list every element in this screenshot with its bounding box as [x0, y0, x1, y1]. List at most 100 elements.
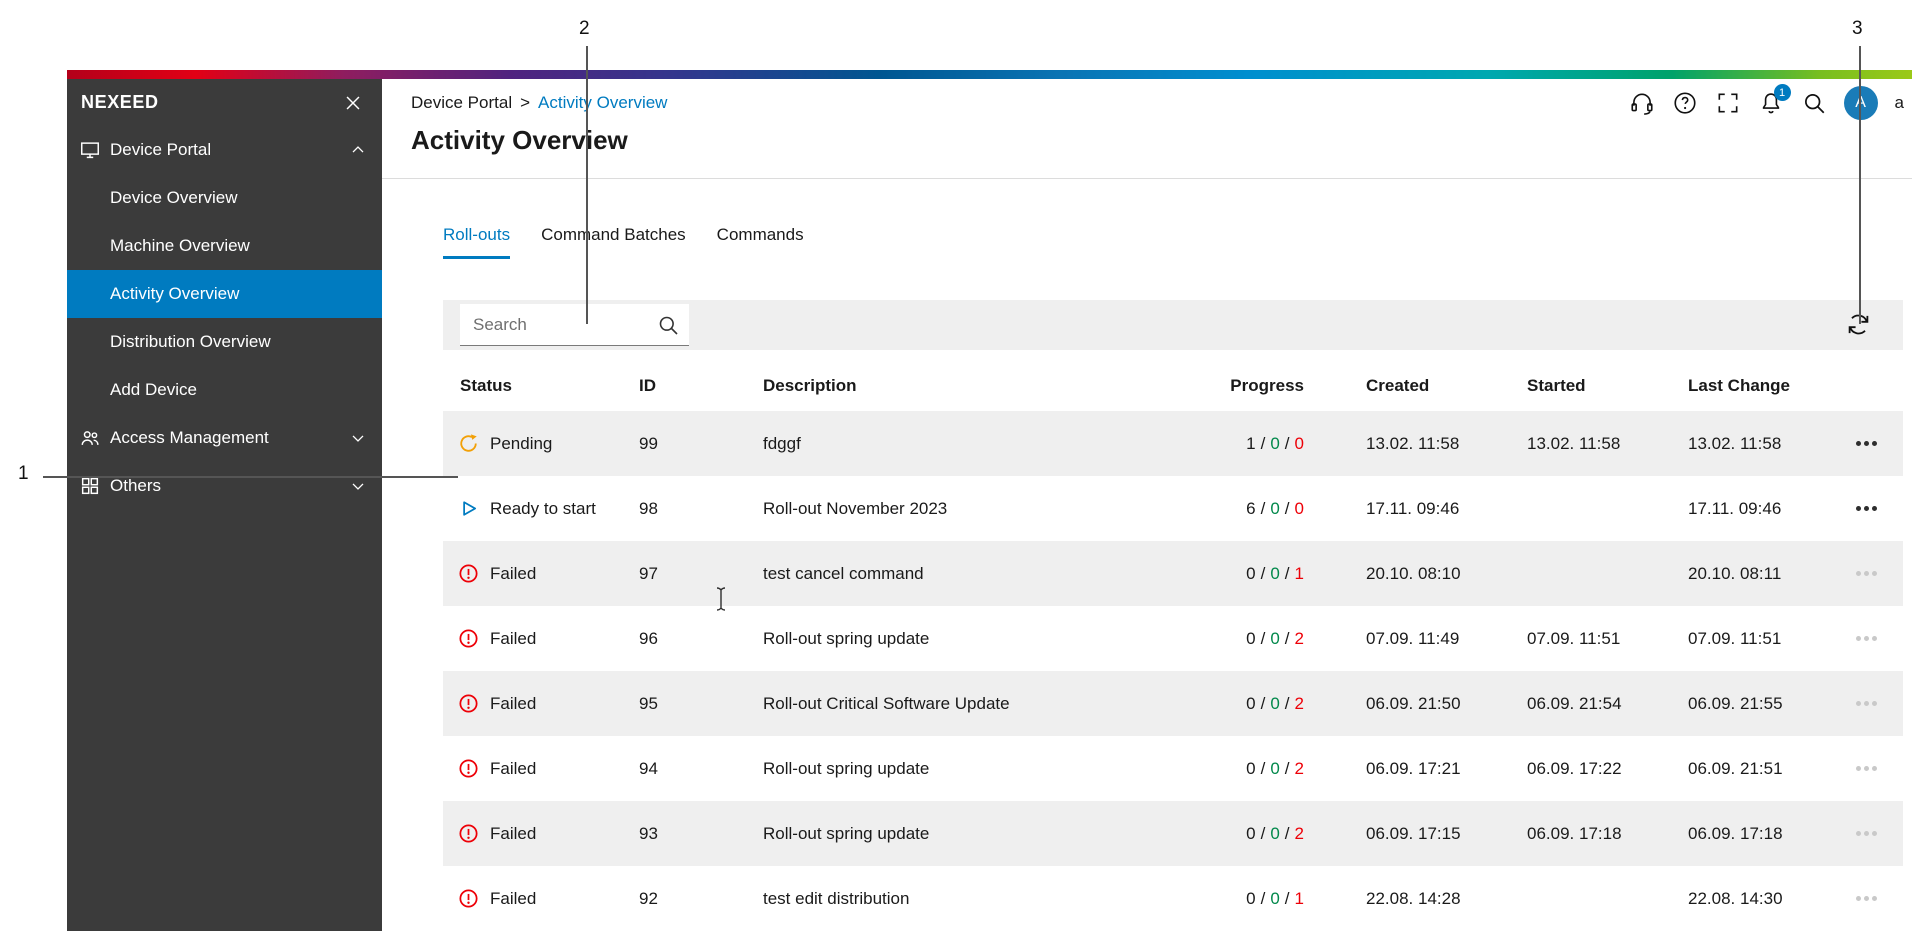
table-row[interactable]: Pending 99 fdggf 1/0/0 13.02. 11:58 13.0…	[443, 411, 1903, 476]
cell-description: Roll-out spring update	[763, 758, 930, 778]
status-failed-icon	[458, 563, 479, 584]
breadcrumb-separator: >	[520, 93, 531, 112]
cell-created: 06.09. 17:21	[1366, 758, 1461, 778]
cell-status: Failed	[443, 628, 639, 649]
sidebar-close-icon[interactable]	[340, 90, 366, 116]
notification-badge: 1	[1773, 84, 1791, 101]
cell-actions	[1830, 571, 1903, 576]
sidebar: NEXEED Device Portal Device Overview Mac…	[67, 79, 382, 931]
tab-commands[interactable]: Commands	[717, 225, 804, 259]
status-label: Failed	[490, 888, 537, 908]
cell-progress: 0/0/2	[1246, 758, 1304, 778]
table-row[interactable]: Failed 94 Roll-out spring update 0/0/2 0…	[443, 736, 1903, 801]
table-row[interactable]: Failed 95 Roll-out Critical Software Upd…	[443, 671, 1903, 736]
sidebar-item-access-management[interactable]: Access Management	[67, 414, 382, 462]
text-cursor	[714, 586, 728, 617]
cell-created: 07.09. 11:49	[1366, 628, 1460, 648]
cell-description: Roll-out spring update	[763, 823, 930, 843]
cell-description: Roll-out Critical Software Update	[763, 693, 1010, 713]
cell-last-change: 06.09. 21:55	[1688, 693, 1783, 713]
cell-actions	[1830, 506, 1903, 511]
sidebar-item-label: Activity Overview	[110, 284, 240, 303]
others-grid-icon	[79, 475, 101, 497]
sidebar-item-add-device[interactable]: Add Device	[67, 366, 382, 414]
annotation-label-2: 2	[579, 18, 590, 39]
cell-status: Failed	[443, 888, 639, 909]
cell-started: 06.09. 17:18	[1527, 823, 1622, 843]
col-created: Created	[1366, 376, 1430, 395]
col-last-change: Last Change	[1688, 376, 1791, 395]
cell-id: 93	[639, 823, 658, 843]
sidebar-item-activity-overview[interactable]: Activity Overview	[67, 270, 382, 318]
col-id: ID	[639, 376, 656, 395]
row-actions-icon	[1864, 701, 1869, 706]
search-input[interactable]	[460, 304, 689, 346]
chevron-down-icon	[348, 428, 368, 448]
cell-description: Roll-out November 2023	[763, 498, 948, 518]
tab-command-batches[interactable]: Command Batches	[541, 225, 686, 259]
status-failed-icon	[458, 693, 479, 714]
sidebar-item-label: Access Management	[110, 428, 269, 447]
brand-gradient-strip	[67, 70, 1912, 79]
help-icon[interactable]	[1672, 90, 1698, 116]
cell-id: 97	[639, 563, 658, 583]
chevron-down-icon	[348, 476, 368, 496]
annotation-line-2	[586, 46, 588, 324]
cell-started: 13.02. 11:58	[1527, 433, 1621, 453]
cell-actions	[1830, 701, 1903, 706]
sidebar-item-others[interactable]: Others	[67, 462, 382, 510]
notifications-bell-icon[interactable]: 1	[1758, 84, 1791, 116]
cell-last-change: 22.08. 14:30	[1688, 888, 1783, 908]
row-actions-icon[interactable]	[1864, 506, 1869, 511]
search-icon[interactable]	[1801, 90, 1827, 116]
cell-created: 13.02. 11:58	[1366, 433, 1460, 453]
cell-actions	[1830, 831, 1903, 836]
status-pending-icon	[458, 433, 479, 454]
annotation-line-3	[1859, 46, 1861, 324]
cell-last-change: 06.09. 17:18	[1688, 823, 1783, 843]
breadcrumb-current[interactable]: Activity Overview	[538, 93, 667, 113]
status-label: Ready to start	[490, 498, 596, 518]
headset-support-icon[interactable]	[1629, 90, 1655, 116]
sidebar-item-device-portal[interactable]: Device Portal	[67, 126, 382, 174]
row-actions-icon	[1864, 831, 1869, 836]
cell-actions	[1830, 766, 1903, 771]
cell-description: fdggf	[763, 433, 801, 453]
sidebar-item-device-overview[interactable]: Device Overview	[67, 174, 382, 222]
status-label: Failed	[490, 628, 537, 648]
rollouts-table: Status ID Description Progress Created S…	[443, 300, 1903, 931]
sidebar-item-machine-overview[interactable]: Machine Overview	[67, 222, 382, 270]
row-actions-icon[interactable]	[1864, 441, 1869, 446]
table-body: Pending 99 fdggf 1/0/0 13.02. 11:58 13.0…	[443, 411, 1903, 931]
sidebar-item-label: Machine Overview	[110, 236, 250, 255]
col-progress: Progress	[1230, 376, 1304, 395]
col-description: Description	[763, 376, 857, 395]
table-row[interactable]: Ready to start 98 Roll-out November 2023…	[443, 476, 1903, 541]
cell-id: 96	[639, 628, 658, 648]
cell-status: Ready to start	[443, 498, 639, 519]
breadcrumb: Device Portal > Activity Overview	[411, 93, 667, 113]
fullscreen-icon[interactable]	[1715, 90, 1741, 116]
annotation-label-3: 3	[1852, 18, 1863, 39]
table-row[interactable]: Failed 93 Roll-out spring update 0/0/2 0…	[443, 801, 1903, 866]
clipped-edge-text: a	[1894, 93, 1904, 112]
status-label: Failed	[490, 823, 537, 843]
row-actions-icon	[1864, 766, 1869, 771]
table-row[interactable]: Failed 96 Roll-out spring update 0/0/2 0…	[443, 606, 1903, 671]
table-row[interactable]: Failed 92 test edit distribution 0/0/1 2…	[443, 866, 1903, 931]
col-started: Started	[1527, 376, 1586, 395]
cell-actions	[1830, 896, 1903, 901]
app-window: NEXEED Device Portal Device Overview Mac…	[67, 79, 1912, 931]
sidebar-item-label: Device Overview	[110, 188, 238, 207]
breadcrumb-parent[interactable]: Device Portal	[411, 93, 512, 113]
sidebar-header: NEXEED	[67, 79, 382, 126]
cell-status: Failed	[443, 823, 639, 844]
sidebar-item-distribution-overview[interactable]: Distribution Overview	[67, 318, 382, 366]
tab-roll-outs[interactable]: Roll-outs	[443, 225, 511, 259]
device-portal-icon	[79, 139, 101, 161]
cell-created: 20.10. 08:10	[1366, 563, 1461, 583]
sidebar-item-label: Add Device	[110, 380, 197, 399]
cell-created: 17.11. 09:46	[1366, 498, 1460, 518]
cell-progress: 0/0/2	[1246, 823, 1304, 843]
table-row[interactable]: Failed 97 test cancel command 0/0/1 20.1…	[443, 541, 1903, 606]
